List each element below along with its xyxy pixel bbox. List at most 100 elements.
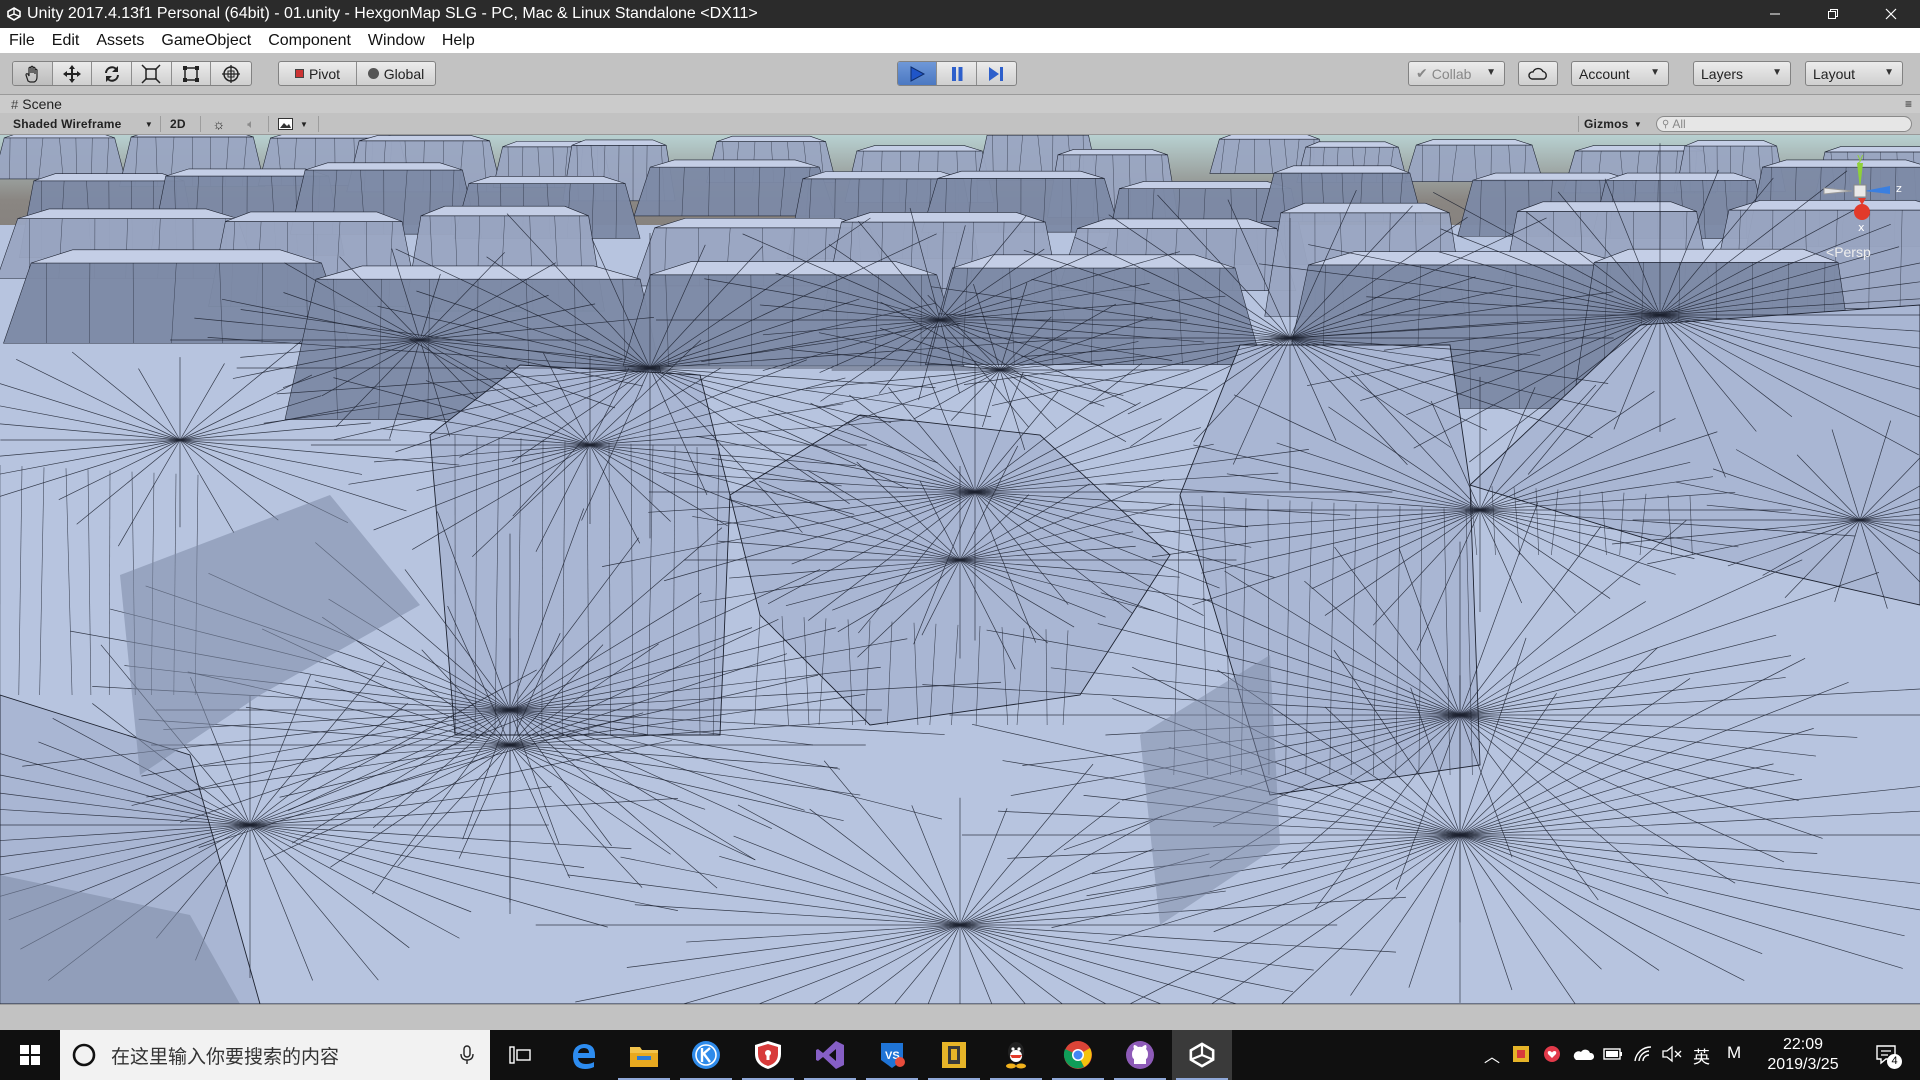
menu-help[interactable]: Help	[433, 32, 483, 50]
pivot-button[interactable]: Pivot	[279, 62, 357, 85]
account-label: Account	[1579, 65, 1630, 82]
global-button[interactable]: Global	[357, 62, 435, 85]
collab-dropdown[interactable]: ✔ Collab ▼	[1408, 61, 1505, 86]
menu-window[interactable]: Window	[359, 32, 433, 50]
qq-app[interactable]	[986, 1030, 1046, 1080]
sun-icon: ☼	[212, 116, 226, 132]
shading-mode-dropdown[interactable]: Shaded Wireframe ▼	[13, 116, 155, 132]
menu-gameobject[interactable]: GameObject	[152, 32, 259, 50]
menu-component[interactable]: Component	[259, 32, 359, 50]
global-label: Global	[383, 65, 425, 82]
dropdown-arrow-icon: ▼	[144, 119, 153, 129]
clipboard-app[interactable]	[924, 1030, 984, 1080]
plateau-top	[856, 145, 983, 152]
wifi-icon[interactable]	[1633, 1045, 1653, 1063]
plateau-top	[315, 265, 641, 280]
unity-taskbar-app[interactable]	[1172, 1030, 1232, 1080]
axis-x-label: x	[1858, 221, 1865, 234]
layout-dropdown[interactable]: Layout ▼	[1805, 61, 1903, 86]
plateau-top	[1824, 146, 1920, 153]
close-button[interactable]	[1862, 0, 1920, 28]
visual-studio-icon	[816, 1041, 844, 1069]
pivot-label: Pivot	[308, 65, 341, 82]
plateau-top	[1119, 181, 1292, 189]
scene-search-input[interactable]: ⚲ All	[1656, 116, 1912, 132]
rect-tool-button[interactable]	[172, 62, 212, 85]
taskbar-search-box[interactable]: 在这里输入你要搜索的内容	[60, 1030, 490, 1080]
gizmos-dropdown[interactable]: Gizmos ▼	[1584, 116, 1644, 132]
hand-tool-icon	[25, 65, 38, 83]
scene-gizmo[interactable]: y z x <Persp	[1812, 151, 1908, 265]
file-explorer-app[interactable]	[614, 1030, 674, 1080]
chrome-app[interactable]	[1048, 1030, 1108, 1080]
tray-app-icon[interactable]	[1512, 1045, 1530, 1063]
effects-dropdown[interactable]: ▼	[278, 116, 314, 132]
minimize-button[interactable]	[1746, 0, 1804, 28]
lighting-toggle[interactable]: ☼	[210, 116, 228, 132]
menu-file[interactable]: File	[0, 32, 43, 50]
hand-tool-button[interactable]	[13, 62, 53, 85]
step-icon	[989, 66, 1004, 81]
taskbar-clock[interactable]: 22:09 2019/3/25	[1753, 1035, 1853, 1075]
layers-dropdown[interactable]: Layers ▼	[1693, 61, 1791, 86]
scene-viewport[interactable]: y z x <Persp	[0, 135, 1920, 1004]
grid-icon: #	[11, 96, 19, 112]
taskbar-search-placeholder: 在这里输入你要搜索的内容	[111, 1046, 340, 1068]
cloud-button[interactable]	[1518, 61, 1558, 86]
axis-z-label: z	[1896, 182, 1902, 195]
plateau-top	[1605, 172, 1756, 181]
action-center-button[interactable]: 4	[1868, 1040, 1904, 1072]
speaker-muted-icon[interactable]	[1661, 1045, 1683, 1063]
dropdown-arrow-icon: ▼	[1650, 67, 1660, 78]
step-button[interactable]	[977, 62, 1016, 85]
security-app[interactable]	[738, 1030, 798, 1080]
pause-icon	[951, 66, 963, 81]
status-bar	[0, 1004, 1920, 1030]
show-hidden-icons[interactable]: ︿	[1484, 1043, 1500, 1067]
ime-language-indicator[interactable]: 英	[1693, 1043, 1710, 1068]
dropdown-arrow-icon: ▼	[1772, 67, 1782, 78]
vsc-app[interactable]: VS	[862, 1030, 922, 1080]
battery-icon[interactable]	[1603, 1047, 1623, 1061]
menu-edit[interactable]: Edit	[43, 32, 88, 50]
plateau-top	[654, 217, 870, 229]
plateau-top	[1077, 218, 1277, 229]
edge-app[interactable]	[554, 1030, 614, 1080]
pause-button[interactable]	[937, 62, 977, 85]
play-icon	[910, 65, 926, 82]
tray-heart-icon[interactable]	[1543, 1045, 1561, 1063]
windows-logo-icon	[20, 1045, 40, 1065]
clock-date: 2019/3/25	[1767, 1056, 1839, 1073]
task-view-icon	[509, 1046, 531, 1064]
cloud-icon	[1528, 67, 1547, 80]
toggle-2d-button[interactable]: 2D	[170, 116, 192, 132]
visual-studio-app[interactable]	[800, 1030, 860, 1080]
qq-icon	[1006, 1042, 1026, 1069]
ime-mode-indicator[interactable]: M	[1727, 1043, 1741, 1063]
cortana-icon	[72, 1043, 96, 1067]
play-button[interactable]	[898, 62, 938, 85]
onedrive-icon[interactable]	[1572, 1047, 1594, 1061]
scale-tool-button[interactable]	[132, 62, 172, 85]
audio-toggle[interactable]: 🔈︎	[242, 116, 260, 132]
plateau-top	[1684, 140, 1777, 147]
projection-toggle[interactable]: <Persp	[1826, 244, 1871, 260]
scene-tab[interactable]: # Scene	[11, 96, 62, 112]
kugou-app[interactable]	[676, 1030, 736, 1080]
account-dropdown[interactable]: Account ▼	[1571, 61, 1669, 86]
minimize-icon	[1770, 13, 1780, 15]
restore-button[interactable]	[1804, 0, 1862, 28]
plateau-top	[420, 205, 589, 217]
vsc-icon: VS	[881, 1043, 905, 1068]
gizmos-label: Gizmos	[1584, 117, 1629, 131]
start-button[interactable]	[0, 1030, 60, 1080]
task-view-button[interactable]	[490, 1030, 550, 1080]
transform-tool-button[interactable]	[211, 62, 251, 85]
move-tool-button[interactable]	[53, 62, 93, 85]
menu-assets[interactable]: Assets	[87, 32, 152, 50]
github-app[interactable]	[1110, 1030, 1170, 1080]
tab-menu-icon[interactable]: ≡	[1905, 97, 1912, 111]
plateau-top	[841, 212, 1046, 223]
rotate-tool-button[interactable]	[92, 62, 133, 85]
clipboard-app-icon	[942, 1042, 966, 1068]
